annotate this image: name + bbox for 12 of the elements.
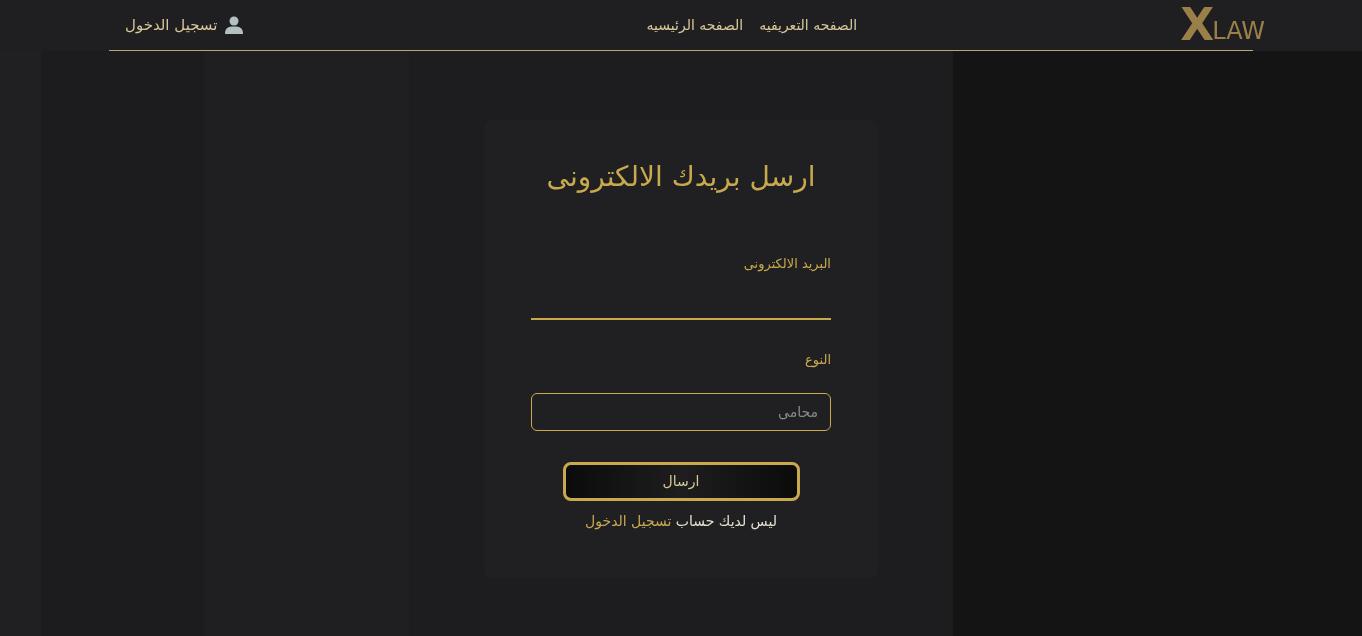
- signup-prompt: ليس لديك حساب تسجيل الدخول: [585, 512, 777, 532]
- form-title: ارسل بريدك الالكترونى: [546, 159, 816, 195]
- nav-link[interactable]: الصفحه التعريفيه: [759, 14, 858, 36]
- field-label: النوع: [804, 350, 831, 369]
- logo[interactable]: XLAW: [1180, 5, 1265, 45]
- login-link[interactable]: تسجيل الدخول: [125, 13, 244, 37]
- login-link[interactable]: تسجيل الدخول: [585, 513, 672, 529]
- field-label: البريد الالكترونى: [742, 255, 831, 274]
- send-button[interactable]: ارسال: [562, 462, 800, 501]
- type-field[interactable]: محامى: [531, 393, 831, 431]
- user-icon: [225, 16, 244, 34]
- nav-link[interactable]: الصفحه الرئيسيه: [646, 14, 744, 36]
